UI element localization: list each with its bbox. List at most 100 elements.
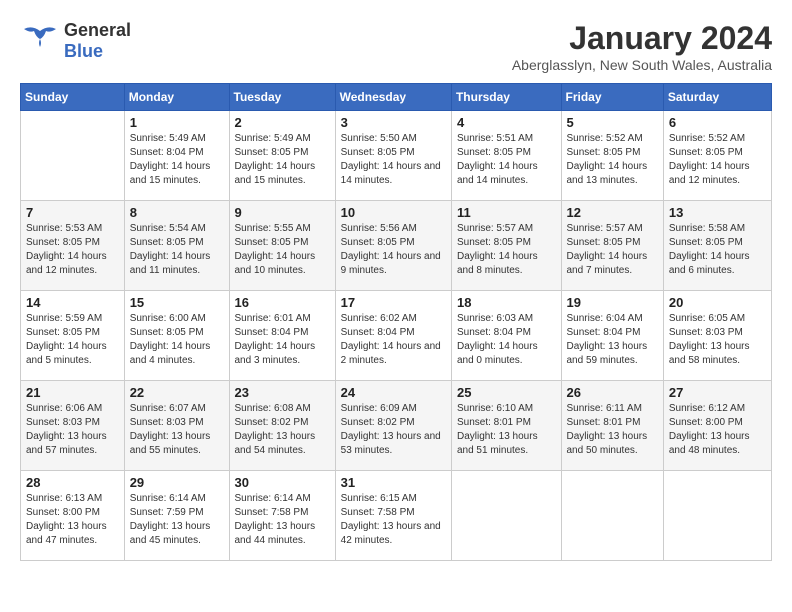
day-number: 17 [341, 295, 446, 310]
weekday-header-friday: Friday [561, 84, 663, 111]
calendar-cell: 30 Sunrise: 6:14 AMSunset: 7:58 PMDayligh… [229, 471, 335, 561]
day-info: Sunrise: 5:50 AMSunset: 8:05 PMDaylight:… [341, 132, 446, 188]
day-number: 27 [669, 385, 766, 400]
day-number: 30 [235, 475, 330, 490]
day-info: Sunrise: 5:56 AMSunset: 8:05 PMDaylight:… [341, 222, 446, 278]
calendar-week-row: 14Sunrise: 5:59 AMSunset: 8:05 PMDayligh… [21, 291, 772, 381]
day-info: Sunrise: 5:51 AMSunset: 8:05 PMDaylight:… [457, 132, 556, 188]
day-info: Sunrise: 6:09 AMSunset: 8:02 PMDaylight:… [341, 402, 446, 458]
day-info: Sunrise: 5:59 AMSunset: 8:05 PMDaylight:… [26, 312, 119, 368]
logo-general: General [64, 20, 131, 41]
logo-text-block: General Blue [64, 20, 131, 62]
title-block: January 2024 Aberglasslyn, New South Wal… [512, 20, 772, 73]
day-number: 7 [26, 205, 119, 220]
day-info: Sunrise: 5:52 AMSunset: 8:05 PMDaylight:… [567, 132, 658, 188]
day-number: 19 [567, 295, 658, 310]
day-info: Sunrise: 5:54 AMSunset: 8:05 PMDaylight:… [130, 222, 224, 278]
day-number: 31 [341, 475, 446, 490]
day-number: 4 [457, 115, 556, 130]
day-number: 23 [235, 385, 330, 400]
day-info: Sunrise: 5:49 AMSunset: 8:04 PMDaylight:… [130, 132, 224, 188]
calendar-cell: 20Sunrise: 6:05 AMSunset: 8:03 PMDayligh… [663, 291, 771, 381]
day-number: 21 [26, 385, 119, 400]
logo: General Blue [20, 20, 131, 62]
day-info: Sunrise: 6:14 AMSunset: 7:58 PMDaylight:… [235, 492, 330, 548]
day-number: 2 [235, 115, 330, 130]
calendar-week-row: 21 Sunrise: 6:06 AMSunset: 8:03 PMDayligh… [21, 381, 772, 471]
day-info: Sunrise: 5:58 AMSunset: 8:05 PMDaylight:… [669, 222, 766, 278]
calendar-cell: 28 Sunrise: 6:13 AMSunset: 8:00 PMDayligh… [21, 471, 125, 561]
logo-icon [20, 21, 60, 61]
day-info: Sunrise: 5:52 AMSunset: 8:05 PMDaylight:… [669, 132, 766, 188]
day-number: 29 [130, 475, 224, 490]
calendar-cell: 16 Sunrise: 6:01 AMSunset: 8:04 PMDayligh… [229, 291, 335, 381]
day-info: Sunrise: 5:57 AMSunset: 8:05 PMDaylight:… [567, 222, 658, 278]
day-info: Sunrise: 6:14 AMSunset: 7:59 PMDaylight:… [130, 492, 224, 548]
day-info: Sunrise: 6:00 AMSunset: 8:05 PMDaylight:… [130, 312, 224, 368]
calendar-cell: 9 Sunrise: 5:55 AMSunset: 8:05 PMDaylight… [229, 201, 335, 291]
day-info: Sunrise: 6:11 AMSunset: 8:01 PMDaylight:… [567, 402, 658, 458]
day-number: 18 [457, 295, 556, 310]
calendar-cell: 4 Sunrise: 5:51 AMSunset: 8:05 PMDaylight… [451, 111, 561, 201]
day-number: 20 [669, 295, 766, 310]
calendar-cell: 29 Sunrise: 6:14 AMSunset: 7:59 PMDayligh… [124, 471, 229, 561]
day-info: Sunrise: 5:49 AMSunset: 8:05 PMDaylight:… [235, 132, 330, 188]
weekday-header-monday: Monday [124, 84, 229, 111]
calendar-cell: 1Sunrise: 5:49 AMSunset: 8:04 PMDaylight… [124, 111, 229, 201]
weekday-header-thursday: Thursday [451, 84, 561, 111]
calendar-cell: 31 Sunrise: 6:15 AMSunset: 7:58 PMDayligh… [335, 471, 451, 561]
day-number: 11 [457, 205, 556, 220]
calendar-cell: 2 Sunrise: 5:49 AMSunset: 8:05 PMDaylight… [229, 111, 335, 201]
day-info: Sunrise: 6:15 AMSunset: 7:58 PMDaylight:… [341, 492, 446, 548]
calendar-cell: 15 Sunrise: 6:00 AMSunset: 8:05 PMDayligh… [124, 291, 229, 381]
calendar-cell: 24 Sunrise: 6:09 AMSunset: 8:02 PMDayligh… [335, 381, 451, 471]
calendar-cell: 22Sunrise: 6:07 AMSunset: 8:03 PMDayligh… [124, 381, 229, 471]
calendar-cell: 13Sunrise: 5:58 AMSunset: 8:05 PMDayligh… [663, 201, 771, 291]
day-number: 8 [130, 205, 224, 220]
calendar-cell [663, 471, 771, 561]
page-header: General Blue January 2024 Aberglasslyn, … [20, 20, 772, 73]
day-info: Sunrise: 5:53 AMSunset: 8:05 PMDaylight:… [26, 222, 119, 278]
day-number: 25 [457, 385, 556, 400]
day-info: Sunrise: 6:13 AMSunset: 8:00 PMDaylight:… [26, 492, 119, 548]
day-number: 16 [235, 295, 330, 310]
weekday-header-row: SundayMondayTuesdayWednesdayThursdayFrid… [21, 84, 772, 111]
calendar-cell: 17Sunrise: 6:02 AMSunset: 8:04 PMDayligh… [335, 291, 451, 381]
calendar-cell: 12Sunrise: 5:57 AMSunset: 8:05 PMDayligh… [561, 201, 663, 291]
calendar-cell: 7 Sunrise: 5:53 AMSunset: 8:05 PMDaylight… [21, 201, 125, 291]
weekday-header-tuesday: Tuesday [229, 84, 335, 111]
weekday-header-wednesday: Wednesday [335, 84, 451, 111]
day-number: 15 [130, 295, 224, 310]
calendar-cell [21, 111, 125, 201]
day-info: Sunrise: 6:06 AMSunset: 8:03 PMDaylight:… [26, 402, 119, 458]
calendar-cell [561, 471, 663, 561]
calendar-cell: 6 Sunrise: 5:52 AMSunset: 8:05 PMDaylight… [663, 111, 771, 201]
calendar-cell: 11 Sunrise: 5:57 AMSunset: 8:05 PMDayligh… [451, 201, 561, 291]
day-number: 22 [130, 385, 224, 400]
calendar-cell: 21 Sunrise: 6:06 AMSunset: 8:03 PMDayligh… [21, 381, 125, 471]
calendar-cell: 26 Sunrise: 6:11 AMSunset: 8:01 PMDayligh… [561, 381, 663, 471]
calendar-cell: 10 Sunrise: 5:56 AMSunset: 8:05 PMDayligh… [335, 201, 451, 291]
day-number: 10 [341, 205, 446, 220]
calendar-week-row: 28 Sunrise: 6:13 AMSunset: 8:00 PMDayligh… [21, 471, 772, 561]
calendar-cell: 23Sunrise: 6:08 AMSunset: 8:02 PMDayligh… [229, 381, 335, 471]
day-number: 24 [341, 385, 446, 400]
calendar-table: SundayMondayTuesdayWednesdayThursdayFrid… [20, 83, 772, 561]
day-info: Sunrise: 6:12 AMSunset: 8:00 PMDaylight:… [669, 402, 766, 458]
calendar-cell: 18 Sunrise: 6:03 AMSunset: 8:04 PMDayligh… [451, 291, 561, 381]
calendar-cell: 25Sunrise: 6:10 AMSunset: 8:01 PMDayligh… [451, 381, 561, 471]
logo-blue: Blue [64, 41, 103, 62]
day-number: 5 [567, 115, 658, 130]
day-number: 6 [669, 115, 766, 130]
day-number: 9 [235, 205, 330, 220]
day-info: Sunrise: 5:57 AMSunset: 8:05 PMDaylight:… [457, 222, 556, 278]
calendar-week-row: 1Sunrise: 5:49 AMSunset: 8:04 PMDaylight… [21, 111, 772, 201]
day-number: 26 [567, 385, 658, 400]
calendar-cell [451, 471, 561, 561]
day-info: Sunrise: 6:03 AMSunset: 8:04 PMDaylight:… [457, 312, 556, 368]
day-number: 28 [26, 475, 119, 490]
month-title: January 2024 [512, 20, 772, 57]
day-info: Sunrise: 6:01 AMSunset: 8:04 PMDaylight:… [235, 312, 330, 368]
calendar-cell: 14Sunrise: 5:59 AMSunset: 8:05 PMDayligh… [21, 291, 125, 381]
day-info: Sunrise: 5:55 AMSunset: 8:05 PMDaylight:… [235, 222, 330, 278]
